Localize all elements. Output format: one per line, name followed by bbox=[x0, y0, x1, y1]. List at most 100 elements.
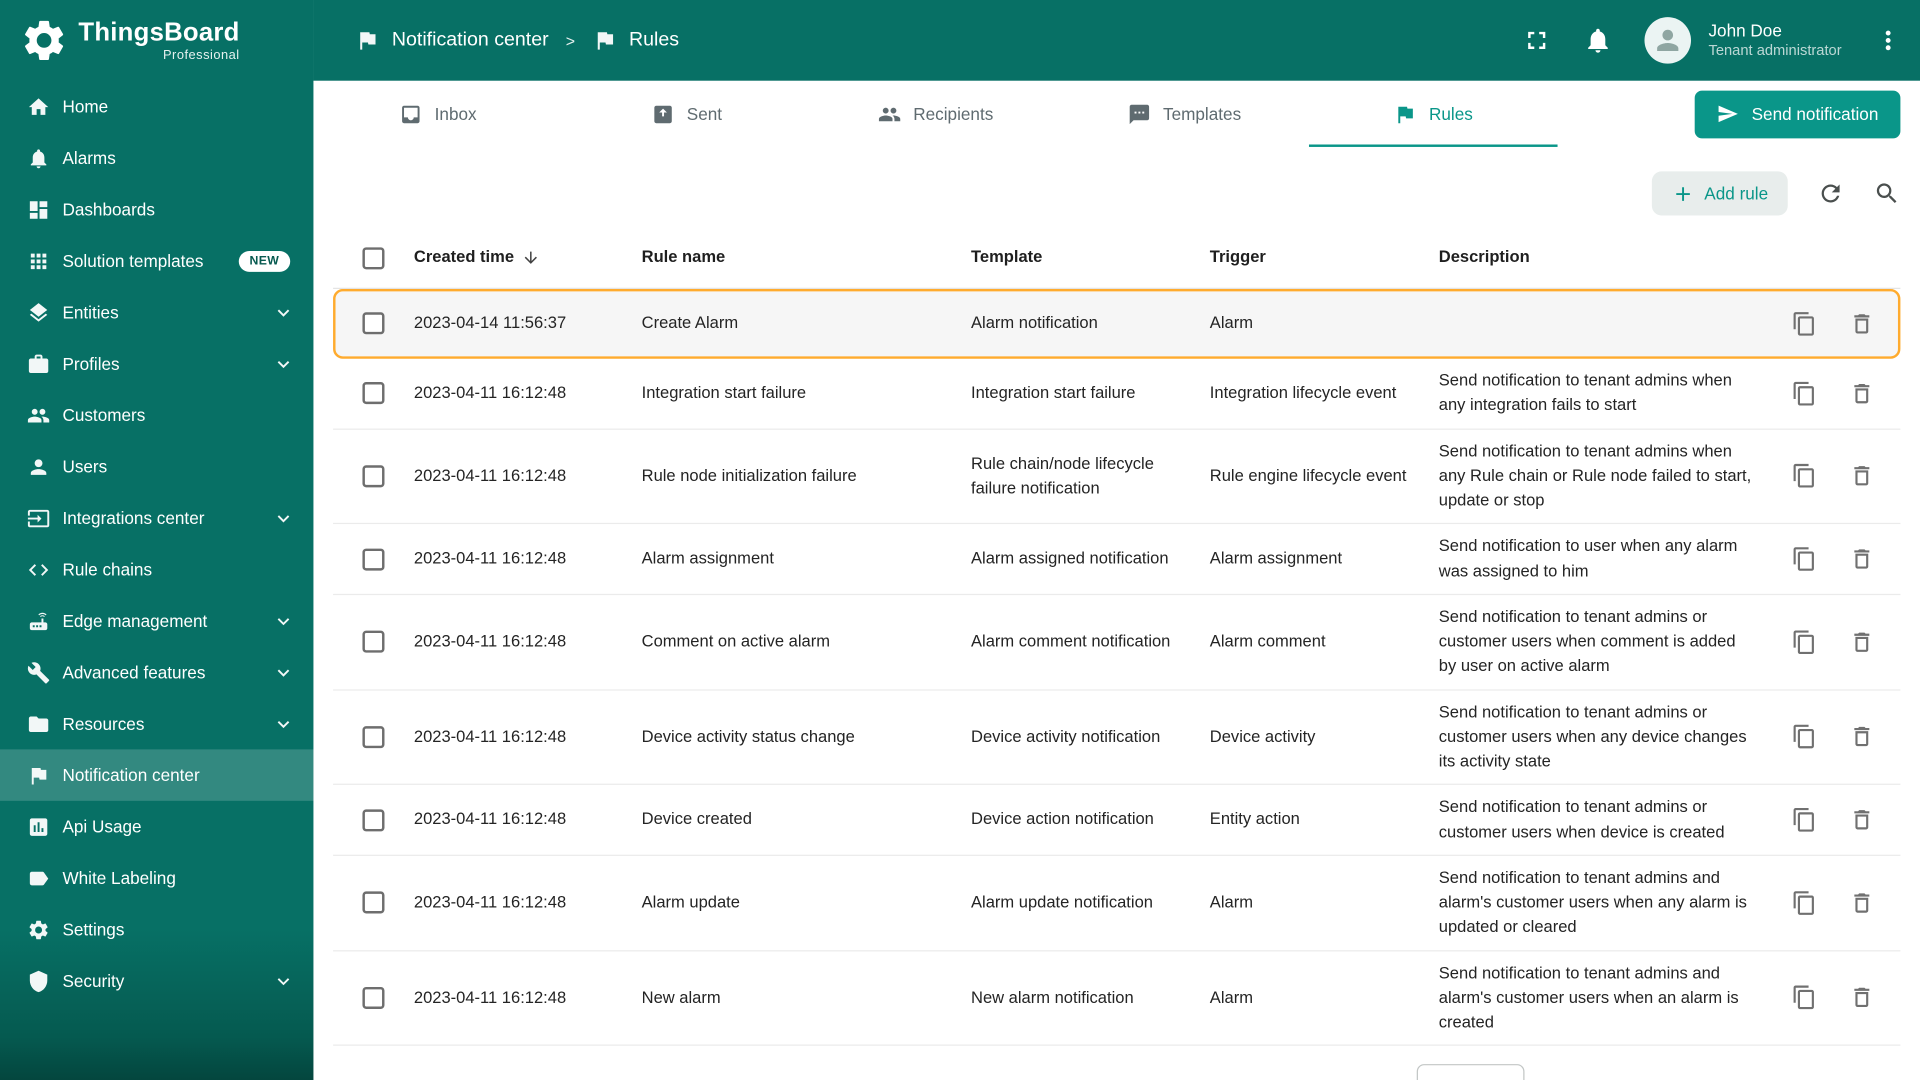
column-header-description[interactable]: Description bbox=[1439, 236, 1784, 280]
trigger-cell: Alarm assignment bbox=[1209, 549, 1343, 568]
search-icon[interactable] bbox=[1873, 180, 1900, 207]
breadcrumb-rules[interactable]: Rules bbox=[592, 28, 679, 52]
user-info: John Doe Tenant administrator bbox=[1708, 20, 1841, 61]
column-header-rule-name[interactable]: Rule name bbox=[642, 236, 971, 280]
sidebar-nav: Home Alarms Dashboards Solution template… bbox=[0, 81, 314, 1080]
column-header-trigger[interactable]: Trigger bbox=[1210, 236, 1439, 280]
sidebar-item-resources[interactable]: Resources bbox=[0, 698, 313, 749]
table-row[interactable]: 2023-04-11 16:12:48 Alarm update Alarm u… bbox=[333, 856, 1901, 951]
assessment-icon bbox=[27, 815, 50, 838]
delete-icon[interactable] bbox=[1849, 985, 1875, 1011]
refresh-icon[interactable] bbox=[1817, 180, 1844, 207]
sidebar-item-integrations-center[interactable]: Integrations center bbox=[0, 492, 313, 543]
table-row[interactable]: 2023-04-11 16:12:48 Comment on active al… bbox=[333, 595, 1901, 690]
items-per-page-select[interactable]: 10 bbox=[1416, 1064, 1525, 1080]
select-all-checkbox[interactable] bbox=[362, 246, 385, 269]
table-row[interactable]: 2023-04-11 16:12:48 Device activity stat… bbox=[333, 690, 1901, 786]
row-checkbox[interactable] bbox=[362, 547, 385, 570]
sidebar-item-home[interactable]: Home bbox=[0, 81, 313, 132]
row-checkbox[interactable] bbox=[362, 312, 385, 335]
sent-icon bbox=[651, 102, 674, 125]
send-notification-button[interactable]: Send notification bbox=[1695, 90, 1901, 138]
delete-icon[interactable] bbox=[1849, 724, 1875, 750]
first-page-icon[interactable] bbox=[1689, 1075, 1718, 1080]
chevron-down-icon bbox=[272, 506, 295, 529]
row-checkbox[interactable] bbox=[362, 725, 385, 749]
copy-icon[interactable] bbox=[1791, 546, 1817, 572]
last-page-icon[interactable] bbox=[1869, 1075, 1898, 1080]
sidebar-item-white-labeling[interactable]: White Labeling bbox=[0, 852, 313, 903]
table-row[interactable]: 2023-04-11 16:12:48 Integration start fa… bbox=[333, 359, 1901, 430]
copy-icon[interactable] bbox=[1791, 724, 1817, 750]
sidebar-item-solution-templates[interactable]: Solution templates NEW bbox=[0, 235, 313, 286]
delete-icon[interactable] bbox=[1849, 381, 1875, 407]
copy-icon[interactable] bbox=[1791, 381, 1817, 407]
table-row[interactable]: 2023-04-11 16:12:48 Device created Devic… bbox=[333, 785, 1901, 856]
copy-icon[interactable] bbox=[1791, 463, 1817, 489]
router-icon bbox=[27, 609, 50, 632]
delete-icon[interactable] bbox=[1849, 629, 1875, 655]
sidebar-item-security[interactable]: Security bbox=[0, 955, 313, 1006]
copy-icon[interactable] bbox=[1791, 310, 1817, 336]
sidebar-item-label: White Labeling bbox=[62, 868, 176, 888]
column-header-created-time[interactable]: Created time bbox=[414, 236, 642, 280]
description-cell: Send notification to tenant admins or cu… bbox=[1438, 797, 1725, 841]
prev-page-icon[interactable] bbox=[1749, 1075, 1778, 1080]
sidebar-item-api-usage[interactable]: Api Usage bbox=[0, 801, 313, 852]
sidebar-item-settings[interactable]: Settings bbox=[0, 904, 313, 955]
sidebar-item-dashboards[interactable]: Dashboards bbox=[0, 184, 313, 235]
breadcrumb-label: Notification center bbox=[391, 29, 549, 51]
delete-icon[interactable] bbox=[1849, 807, 1875, 833]
sidebar-item-customers[interactable]: Customers bbox=[0, 389, 313, 440]
table-row[interactable]: 2023-04-14 11:56:37 Create Alarm Alarm n… bbox=[333, 288, 1901, 359]
column-header-template[interactable]: Template bbox=[971, 236, 1210, 280]
tab-rules[interactable]: Rules bbox=[1308, 81, 1558, 147]
flag-icon bbox=[1393, 102, 1416, 125]
delete-icon[interactable] bbox=[1849, 463, 1875, 489]
sidebar-item-alarms[interactable]: Alarms bbox=[0, 132, 313, 183]
tab-recipients[interactable]: Recipients bbox=[811, 81, 1060, 147]
table-row[interactable]: 2023-04-11 16:12:48 New alarm New alarm … bbox=[333, 951, 1901, 1047]
fullscreen-icon[interactable] bbox=[1522, 26, 1551, 55]
bell-icon[interactable] bbox=[1584, 26, 1613, 55]
copy-icon[interactable] bbox=[1791, 629, 1817, 655]
copy-icon[interactable] bbox=[1791, 985, 1817, 1011]
created-time-cell: 2023-04-11 16:12:48 bbox=[413, 727, 567, 746]
created-time-cell: 2023-04-11 16:12:48 bbox=[413, 892, 567, 912]
add-rule-button[interactable]: Add rule bbox=[1651, 171, 1788, 216]
sidebar-item-rule-chains[interactable]: Rule chains bbox=[0, 544, 313, 595]
next-page-icon[interactable] bbox=[1809, 1075, 1838, 1080]
sidebar-item-users[interactable]: Users bbox=[0, 441, 313, 492]
tab-sent[interactable]: Sent bbox=[562, 81, 811, 147]
row-checkbox[interactable] bbox=[362, 808, 385, 831]
row-checkbox[interactable] bbox=[362, 891, 385, 914]
sidebar-item-profiles[interactable]: Profiles bbox=[0, 338, 313, 389]
copy-icon[interactable] bbox=[1791, 890, 1817, 916]
sidebar-item-advanced-features[interactable]: Advanced features bbox=[0, 647, 313, 698]
delete-icon[interactable] bbox=[1849, 546, 1875, 572]
row-checkbox[interactable] bbox=[362, 630, 385, 653]
sidebar-item-edge-management[interactable]: Edge management bbox=[0, 595, 313, 646]
row-checkbox[interactable] bbox=[362, 986, 385, 1009]
tab-label: Inbox bbox=[434, 104, 477, 124]
table-row[interactable]: 2023-04-11 16:12:48 Rule node initializa… bbox=[333, 429, 1901, 525]
created-time-cell: 2023-04-11 16:12:48 bbox=[413, 549, 567, 568]
sidebar-item-notification-center[interactable]: Notification center bbox=[0, 749, 314, 801]
table-row[interactable]: 2023-04-11 16:12:48 Alarm assignment Ala… bbox=[333, 524, 1901, 595]
table-toolbar: Add rule bbox=[313, 147, 1920, 228]
row-checkbox[interactable] bbox=[362, 382, 385, 405]
more-vert-icon[interactable] bbox=[1873, 26, 1902, 55]
rule-name-cell: Device activity status change bbox=[641, 727, 855, 746]
delete-icon[interactable] bbox=[1849, 310, 1875, 336]
copy-icon[interactable] bbox=[1791, 807, 1817, 833]
delete-icon[interactable] bbox=[1849, 890, 1875, 916]
description-cell: Send notification to tenant admins or cu… bbox=[1438, 607, 1736, 675]
sidebar-item-entities[interactable]: Entities bbox=[0, 287, 313, 338]
avatar[interactable] bbox=[1644, 17, 1692, 64]
description-cell: Send notification to tenant admins and a… bbox=[1438, 867, 1747, 936]
tab-inbox[interactable]: Inbox bbox=[313, 81, 562, 147]
row-checkbox[interactable] bbox=[362, 465, 385, 488]
tab-templates[interactable]: Templates bbox=[1060, 81, 1309, 147]
breadcrumb-notification-center[interactable]: Notification center bbox=[355, 28, 549, 52]
tab-label: Rules bbox=[1428, 104, 1473, 124]
